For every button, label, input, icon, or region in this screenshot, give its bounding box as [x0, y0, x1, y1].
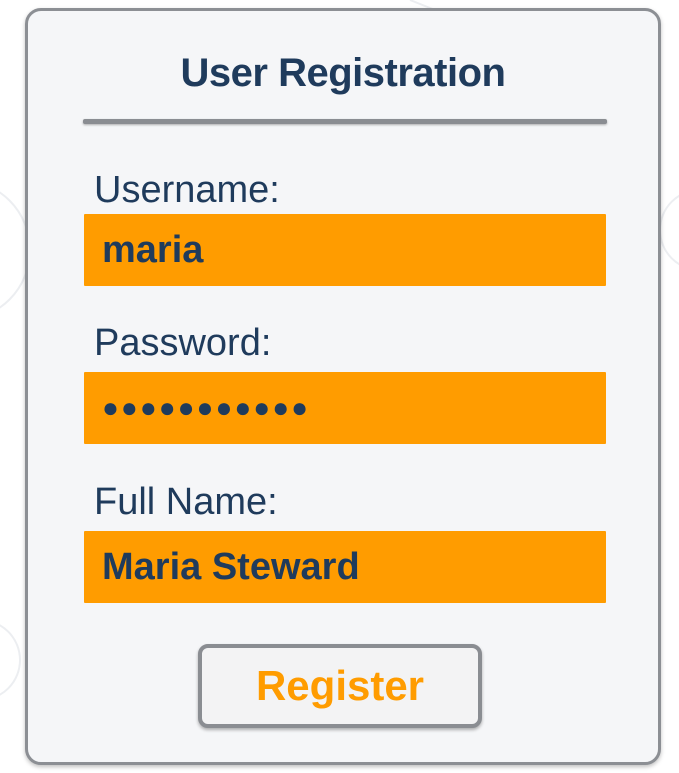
full-name-input[interactable]: Maria Steward	[84, 531, 606, 603]
register-button[interactable]: Register	[198, 644, 482, 728]
registration-card: User Registration Username: maria Passwo…	[25, 8, 661, 765]
username-label: Username:	[94, 169, 280, 211]
password-input[interactable]: ●●●●●●●●●●●	[84, 372, 606, 444]
username-input[interactable]: maria	[84, 214, 606, 286]
title-divider	[83, 119, 607, 124]
password-label: Password:	[94, 322, 272, 364]
form-title: User Registration	[180, 51, 506, 95]
full-name-label: Full Name:	[94, 481, 278, 523]
